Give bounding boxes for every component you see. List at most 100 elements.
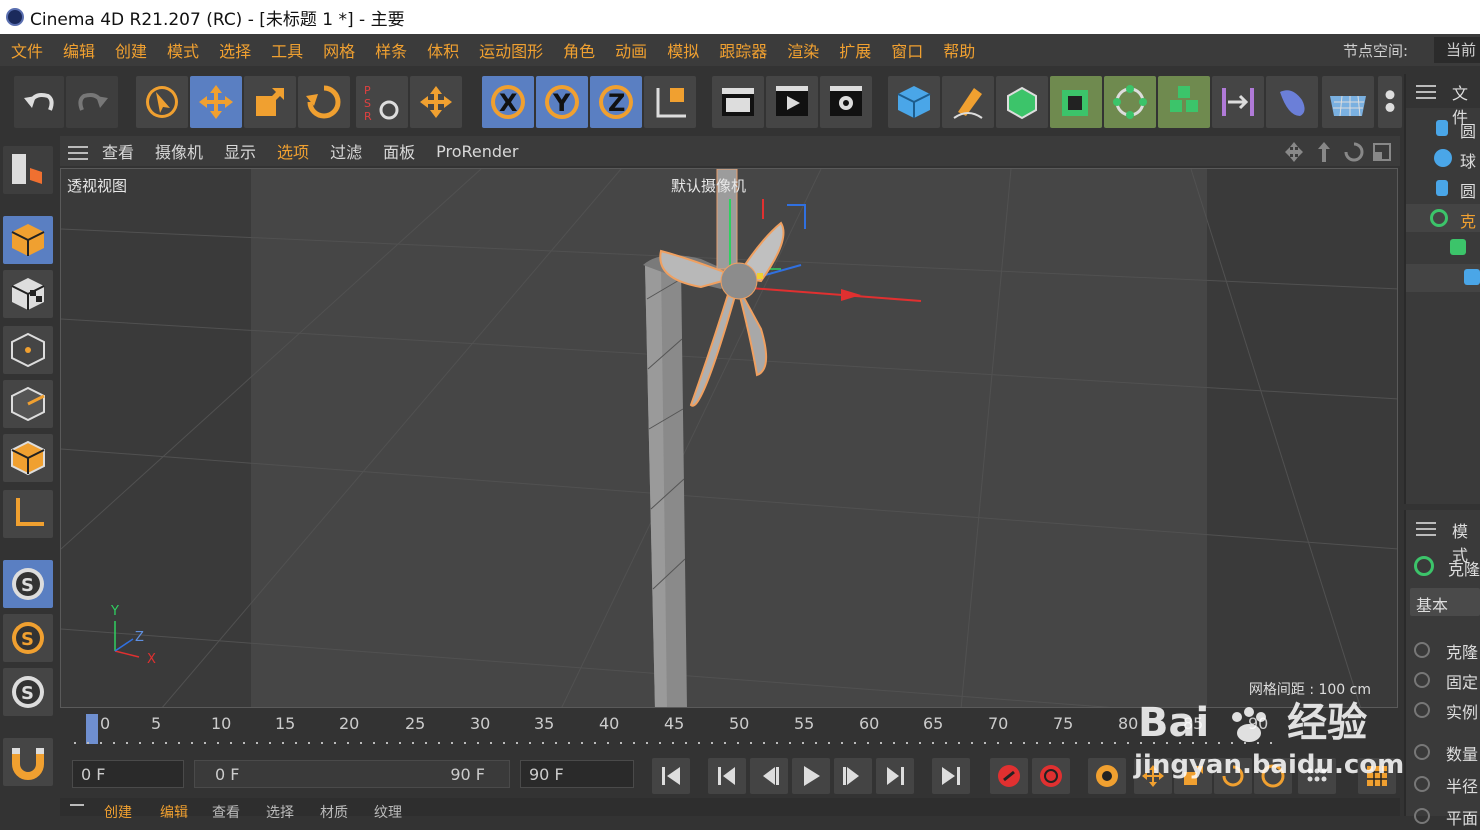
- node-space-dropdown[interactable]: 当前: [1434, 37, 1480, 63]
- snap-button[interactable]: S: [3, 560, 53, 608]
- material-menu-edit[interactable]: 编辑: [160, 802, 188, 822]
- menu-tracker[interactable]: 跟踪器: [719, 38, 767, 62]
- workplane-snap-button[interactable]: S: [3, 668, 53, 716]
- attribute-row[interactable]: 实例: [1406, 696, 1480, 724]
- cloner-button[interactable]: [1104, 76, 1156, 128]
- attribute-menu-icon[interactable]: [1416, 522, 1436, 536]
- redo-button[interactable]: [66, 76, 118, 128]
- points-mode-button[interactable]: [3, 326, 53, 374]
- rotate-tool-button[interactable]: [298, 76, 350, 128]
- viewport-menu-options[interactable]: 选项: [277, 139, 309, 163]
- material-menu-texture[interactable]: 纹理: [374, 802, 402, 822]
- pen-tool-button[interactable]: [942, 76, 994, 128]
- viewport-menu-view[interactable]: 查看: [102, 139, 134, 163]
- perspective-viewport[interactable]: Y Z X 透视视图 默认摄像机 网格间距 : 100 cm: [60, 168, 1398, 708]
- object-row[interactable]: 圆: [1406, 174, 1480, 202]
- viewport-menu-filter[interactable]: 过滤: [330, 139, 362, 163]
- viewport-camera-label[interactable]: 默认摄像机: [671, 175, 746, 196]
- psr-button[interactable]: PSR: [356, 76, 408, 128]
- menu-animate[interactable]: 动画: [615, 38, 647, 62]
- menu-select[interactable]: 选择: [219, 38, 251, 62]
- object-row[interactable]: 球: [1406, 144, 1480, 172]
- object-row-child[interactable]: [1406, 234, 1480, 262]
- play-button[interactable]: [792, 758, 830, 794]
- object-menu-icon[interactable]: [1416, 85, 1436, 99]
- x-axis-button[interactable]: X: [482, 76, 534, 128]
- go-to-start-button[interactable]: [652, 758, 690, 794]
- viewport-menu-panel[interactable]: 面板: [383, 139, 415, 163]
- scale-tool-button[interactable]: [244, 76, 296, 128]
- animate-dot-icon[interactable]: [1414, 672, 1430, 688]
- material-menu-material[interactable]: 材质: [320, 802, 348, 822]
- end-frame-field[interactable]: 90 F: [520, 760, 634, 788]
- edges-mode-button[interactable]: [3, 380, 53, 428]
- attribute-row[interactable]: 平面: [1406, 802, 1480, 830]
- menu-spline[interactable]: 样条: [375, 38, 407, 62]
- make-editable-button[interactable]: [3, 146, 53, 194]
- move-alt-button[interactable]: [410, 76, 462, 128]
- menu-window[interactable]: 窗口: [891, 38, 923, 62]
- render-picture-viewer-button[interactable]: [766, 76, 818, 128]
- next-key-button[interactable]: [876, 758, 914, 794]
- viewport-menu-icon[interactable]: [68, 146, 88, 160]
- subdivision-button[interactable]: [996, 76, 1048, 128]
- menu-help[interactable]: 帮助: [943, 38, 975, 62]
- menu-mesh[interactable]: 网格: [323, 38, 355, 62]
- menu-icon[interactable]: [70, 804, 84, 806]
- material-menu-select[interactable]: 选择: [266, 802, 294, 822]
- animate-dot-icon[interactable]: [1414, 744, 1430, 760]
- viewport-menu-display[interactable]: 显示: [224, 139, 256, 163]
- record-keys-button[interactable]: [990, 758, 1028, 794]
- previous-key-button[interactable]: [708, 758, 746, 794]
- attribute-row[interactable]: 数量: [1406, 738, 1480, 766]
- animate-dot-icon[interactable]: [1414, 776, 1430, 792]
- object-row[interactable]: 圆: [1406, 114, 1480, 142]
- floor-button[interactable]: [1322, 76, 1374, 128]
- autokey-button[interactable]: [1032, 758, 1070, 794]
- material-menu-view[interactable]: 查看: [212, 802, 240, 822]
- attribute-row[interactable]: 半径: [1406, 770, 1480, 798]
- animate-dot-icon[interactable]: [1414, 642, 1430, 658]
- texture-mode-button[interactable]: [3, 270, 53, 318]
- array-button[interactable]: [1050, 76, 1102, 128]
- axis-mode-button[interactable]: [3, 490, 53, 538]
- undo-button[interactable]: [14, 76, 64, 128]
- object-row-selected[interactable]: 克: [1406, 204, 1480, 232]
- select-tool-button[interactable]: [136, 76, 188, 128]
- animate-dot-icon[interactable]: [1414, 702, 1430, 718]
- render-settings-button[interactable]: [820, 76, 872, 128]
- animate-dot-icon[interactable]: [1414, 808, 1430, 824]
- menu-render[interactable]: 渲染: [787, 38, 819, 62]
- field-button[interactable]: [1266, 76, 1318, 128]
- menu-character[interactable]: 角色: [563, 38, 595, 62]
- y-axis-button[interactable]: Y: [536, 76, 588, 128]
- menu-file[interactable]: 文件: [11, 38, 43, 62]
- previous-frame-button[interactable]: [750, 758, 788, 794]
- z-axis-button[interactable]: Z: [590, 76, 642, 128]
- menu-create[interactable]: 创建: [115, 38, 147, 62]
- model-mode-button[interactable]: [3, 216, 53, 264]
- attribute-row[interactable]: 固定: [1406, 666, 1480, 694]
- deformer-button[interactable]: [1212, 76, 1264, 128]
- mograph-cubes-button[interactable]: [1158, 76, 1210, 128]
- viewport-menu-prorender[interactable]: ProRender: [436, 142, 518, 161]
- menu-volume[interactable]: 体积: [427, 38, 459, 62]
- material-menu-create[interactable]: 创建: [104, 802, 132, 822]
- snap-settings-button[interactable]: S: [3, 614, 53, 662]
- go-to-end-button[interactable]: [932, 758, 970, 794]
- frame-range-slider[interactable]: 0 F 90 F: [194, 760, 510, 788]
- menu-simulate[interactable]: 模拟: [667, 38, 699, 62]
- render-view-button[interactable]: [712, 76, 764, 128]
- viewport-nav-icons[interactable]: [1282, 140, 1392, 164]
- camera-button[interactable]: [1378, 76, 1402, 128]
- attribute-row[interactable]: 克隆: [1406, 636, 1480, 664]
- magnet-button[interactable]: [3, 738, 53, 786]
- coordinate-system-button[interactable]: [644, 76, 696, 128]
- playhead-marker[interactable]: [86, 714, 98, 744]
- menu-mode[interactable]: 模式: [167, 38, 199, 62]
- viewport-menu-cameras[interactable]: 摄像机: [155, 139, 203, 163]
- menu-edit[interactable]: 编辑: [63, 38, 95, 62]
- tab-basic[interactable]: 基本: [1410, 588, 1480, 616]
- menu-extensions[interactable]: 扩展: [839, 38, 871, 62]
- polygons-mode-button[interactable]: [3, 434, 53, 482]
